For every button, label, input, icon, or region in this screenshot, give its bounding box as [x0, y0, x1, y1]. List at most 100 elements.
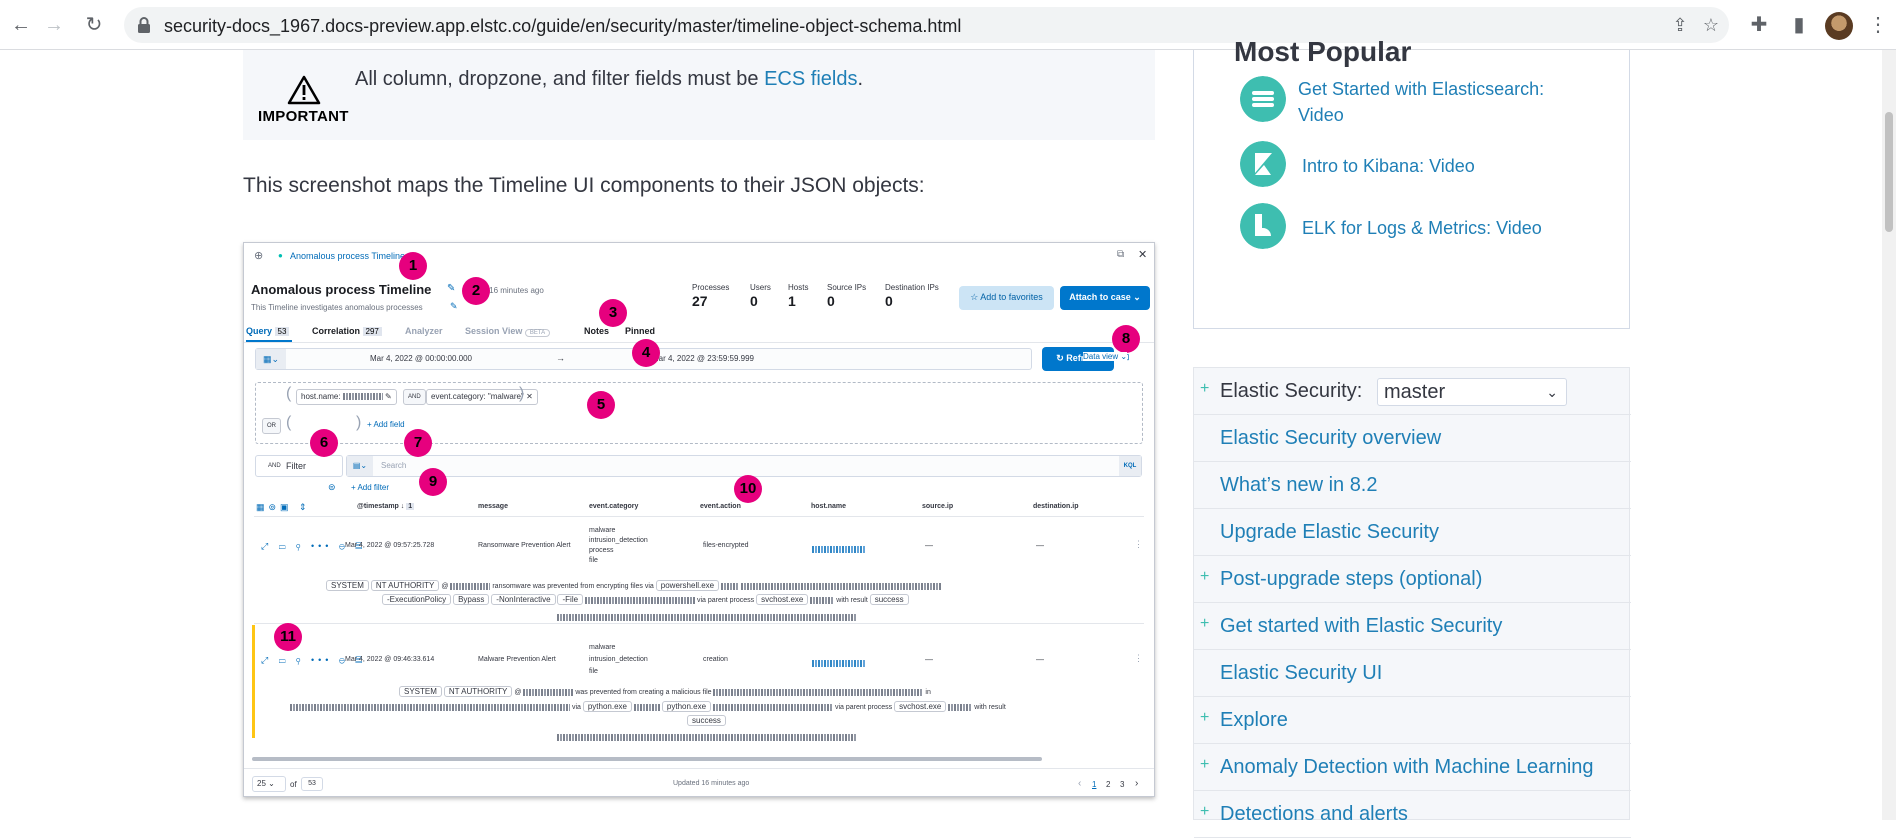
scrollbar-thumb[interactable]	[1885, 112, 1893, 232]
edit-description-icon: ✎	[450, 301, 458, 311]
callout-1: 1	[399, 252, 427, 280]
data-providers-dropzone[interactable]: ( host.name: ✎ AND event.category: "malw…	[255, 382, 1143, 444]
address-bar[interactable]: security-docs_1967.docs-preview.app.elst…	[124, 7, 1729, 43]
calendar-icon[interactable]: ▦⌄	[256, 349, 286, 369]
column-destination-ip[interactable]: destination.ip	[1033, 503, 1079, 510]
stat-destination-ips: Destination IPs 0	[885, 283, 939, 309]
stat-processes: Processes 27	[692, 283, 730, 309]
callout-7: 7	[404, 429, 432, 457]
toc-item[interactable]: + Post-upgrade steps (optional)	[1194, 556, 1631, 603]
chevron-down-icon: ⌄	[1546, 384, 1558, 400]
column-controls-icons[interactable]: ▦⊚▣ ⇕	[256, 502, 311, 513]
add-to-favorites-button[interactable]: ☆ Add to favorites	[959, 286, 1054, 310]
ecs-fields-link[interactable]: ECS fields	[764, 68, 857, 90]
row-detail-line-3: success	[687, 714, 726, 728]
expand-icon[interactable]: +	[1200, 803, 1209, 821]
filter-options-icon[interactable]: ⊜	[328, 482, 336, 493]
prev-page-icon[interactable]: ‹	[1078, 778, 1081, 789]
row-message: Ransomware Prevention Alert	[478, 542, 571, 549]
popular-link[interactable]: Get Started with Elasticsearch: Video	[1298, 76, 1544, 128]
forward-icon[interactable]: →	[40, 11, 68, 39]
important-admonition: IMPORTANT All column, dropzone, and filt…	[243, 50, 1155, 140]
star-icon[interactable]: ☆	[1700, 14, 1722, 36]
dropzone-pill-host[interactable]: host.name: ✎	[296, 389, 397, 405]
row-host	[812, 655, 866, 673]
tab-pinned[interactable]: Pinned	[625, 326, 655, 336]
menu-icon[interactable]: ⋮	[1868, 12, 1888, 38]
callout-9: 9	[419, 468, 447, 496]
expand-icon[interactable]: +	[1200, 615, 1209, 633]
column-host-name[interactable]: host.name	[811, 503, 846, 510]
column-event-action[interactable]: event.action	[700, 503, 741, 510]
stat-users: Users 0	[750, 283, 771, 309]
horizontal-scrollbar[interactable]	[252, 757, 1042, 761]
timeline-screenshot: ⊕ ● Anomalous process Timeline ⧉ ✕ Anoma…	[243, 242, 1155, 797]
filter-and-or[interactable]: AND Filter	[255, 455, 343, 477]
version-select[interactable]: master ⌄	[1377, 378, 1567, 406]
add-filter-link[interactable]: + Add filter	[351, 483, 389, 492]
data-view-selector[interactable]: Data view ⌄	[1083, 352, 1128, 361]
tab-notes[interactable]: Notes	[584, 326, 609, 336]
rows-per-page-select[interactable]: 25 ⌄	[252, 776, 286, 792]
column-source-ip[interactable]: source.ip	[922, 503, 953, 510]
side-panel-icon[interactable]: ▮	[1786, 12, 1812, 38]
popular-link[interactable]: Intro to Kibana: Video	[1302, 153, 1475, 179]
toc-item[interactable]: + Detections and alerts	[1194, 791, 1631, 838]
row-highlight-bar	[252, 625, 255, 738]
most-popular-title: Most Popular	[1234, 36, 1412, 67]
toc-item[interactable]: + Explore	[1194, 697, 1631, 744]
expand-icon[interactable]: +	[1200, 568, 1209, 586]
share-icon[interactable]: ⇪	[1669, 14, 1691, 36]
column-message[interactable]: message	[478, 503, 508, 510]
toc-item[interactable]: Elastic Security overview	[1194, 415, 1631, 462]
toc-item[interactable]: What’s new in 8.2	[1194, 462, 1631, 509]
date-start[interactable]: Mar 4, 2022 @ 00:00:00.000	[370, 354, 472, 363]
tab-session-view[interactable]: Session View BETA	[465, 326, 551, 337]
add-field-link[interactable]: + Add field	[367, 420, 405, 429]
page-1[interactable]: 1	[1092, 780, 1096, 789]
tab-correlation[interactable]: Correlation 297	[312, 326, 382, 336]
page-2[interactable]: 2	[1106, 780, 1110, 789]
filter-label: Filter	[286, 461, 306, 471]
toc-item[interactable]: Upgrade Elastic Security	[1194, 509, 1631, 556]
important-label: IMPORTANT	[258, 108, 349, 125]
logs-icon	[1240, 203, 1286, 249]
extensions-icon[interactable]: ✚	[1746, 12, 1772, 38]
total-count: 53	[301, 777, 323, 791]
attach-to-case-button[interactable]: Attach to case ⌄	[1060, 286, 1150, 310]
avatar[interactable]	[1825, 12, 1853, 40]
timeline-breadcrumb: Anomalous process Timeline	[290, 251, 406, 261]
expand-icon[interactable]: +	[1200, 709, 1209, 727]
page-scrollbar[interactable]	[1882, 50, 1896, 820]
version-label: Elastic Security:	[1220, 380, 1363, 402]
toc-item[interactable]: Elastic Security UI	[1194, 650, 1631, 697]
reload-icon[interactable]: ↻	[80, 11, 108, 39]
page-3[interactable]: 3	[1120, 780, 1124, 789]
tab-query[interactable]: Query 53	[246, 326, 290, 336]
saved-query-icon[interactable]: ▤⌄	[347, 456, 373, 476]
date-end[interactable]: Mar 4, 2022 @ 23:59:59.999	[652, 354, 754, 363]
expand-icon[interactable]: +	[1200, 756, 1209, 774]
docs-toc: + Elastic Security: master ⌄ Elastic Secu…	[1193, 367, 1631, 838]
status-dot: ●	[278, 251, 283, 260]
important-text: All column, dropzone, and filter fields …	[355, 68, 864, 90]
column-timestamp[interactable]: @timestamp ↓ 1	[357, 503, 415, 510]
search-input[interactable]: ▤⌄ Search KQL	[346, 455, 1142, 477]
back-icon[interactable]: ←	[7, 11, 35, 39]
intro-paragraph: This screenshot maps the Timeline UI com…	[243, 174, 925, 197]
row-timestamp: Mar 4, 2022 @ 09:46:33.614	[345, 656, 435, 663]
tab-analyzer[interactable]: Analyzer	[405, 326, 443, 336]
toc-item[interactable]: + Anomaly Detection with Machine Learning	[1194, 744, 1631, 791]
row-kebab-icon[interactable]: ⋮	[1134, 653, 1143, 664]
expand-icon[interactable]: +	[1200, 380, 1209, 398]
toc-item[interactable]: + Get started with Elastic Security	[1194, 603, 1631, 650]
row-timestamp: Mar 4, 2022 @ 09:57:25.728	[345, 542, 435, 549]
stat-source-ips: Source IPs 0	[827, 283, 867, 309]
kql-toggle[interactable]: KQL	[1119, 456, 1141, 476]
row-detail-line-1: SYSTEM NT AUTHORITY @ was prevented from…	[399, 685, 931, 699]
next-page-icon[interactable]: ›	[1135, 778, 1138, 789]
callout-8: 8	[1112, 325, 1140, 353]
column-event-category[interactable]: event.category	[589, 503, 638, 510]
popular-link[interactable]: ELK for Logs & Metrics: Video	[1302, 215, 1542, 241]
row-kebab-icon[interactable]: ⋮	[1134, 539, 1143, 550]
